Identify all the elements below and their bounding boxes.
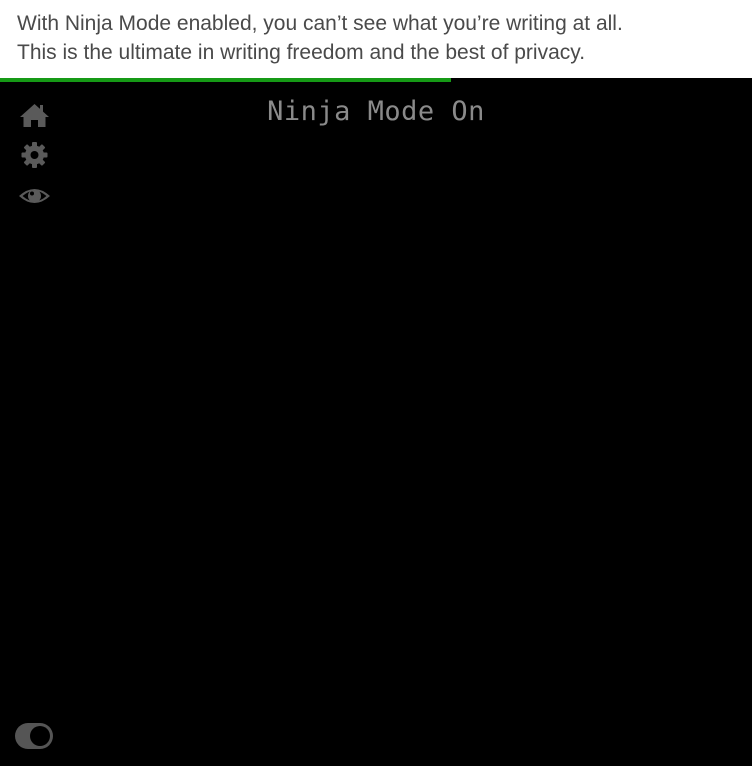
banner-line-2: This is the ultimate in writing freedom … [17,41,586,64]
tutorial-banner: With Ninja Mode enabled, you can’t see w… [0,0,752,78]
ninja-editor: Ninja Mode On [0,82,752,766]
toggle-knob [30,726,50,746]
ninja-mode-toggle[interactable] [15,723,53,749]
banner-line-1: With Ninja Mode enabled, you can’t see w… [17,12,623,35]
ninja-mode-title: Ninja Mode On [267,96,485,127]
gear-icon[interactable] [17,140,52,170]
hidden-writing-area[interactable] [70,142,670,702]
eye-icon[interactable] [17,181,52,211]
